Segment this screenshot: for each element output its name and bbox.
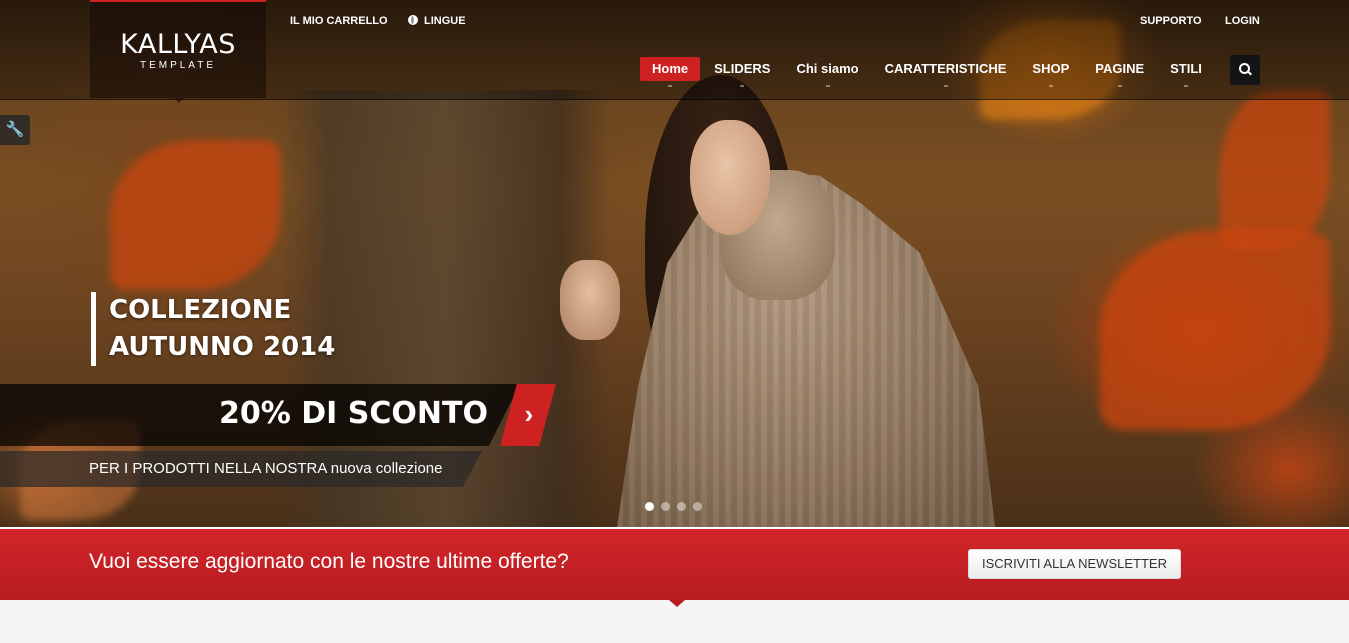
background-leaf bbox=[1220, 90, 1330, 250]
logo[interactable]: KALLYAS TEMPLATE bbox=[90, 0, 266, 98]
slider-dot-4[interactable] bbox=[693, 502, 702, 511]
newsletter-subscribe-button[interactable]: ISCRIVITI ALLA NEWSLETTER bbox=[968, 549, 1181, 579]
logo-pointer bbox=[174, 98, 184, 103]
slide-discount-text: 20% DI SCONTO bbox=[219, 396, 488, 431]
slider-dot-1[interactable] bbox=[645, 502, 654, 511]
model-hand bbox=[560, 260, 620, 340]
slide-title-line1: COLLEZIONE bbox=[109, 295, 292, 325]
slider-dot-3[interactable] bbox=[677, 502, 686, 511]
nav-item-sliders[interactable]: SLIDERS bbox=[714, 57, 770, 87]
slide-subtitle-banner: PER I PRODOTTI NELLA NOSTRA nuova collez… bbox=[0, 451, 482, 487]
support-link[interactable]: SUPPORTO bbox=[1140, 15, 1202, 27]
search-icon[interactable] bbox=[1230, 55, 1260, 85]
nav-item-chi-siamo[interactable]: Chi siamo bbox=[796, 57, 859, 87]
background-leaf bbox=[1100, 230, 1330, 430]
nav-item-caratteristiche[interactable]: CARATTERISTICHE bbox=[885, 57, 1006, 87]
wrench-icon[interactable]: 🔧 bbox=[0, 115, 30, 145]
slider-dot-2[interactable] bbox=[661, 502, 670, 511]
languages-label: LINGUE bbox=[424, 15, 466, 27]
slide-title-line2: AUTUNNO 2014 bbox=[109, 332, 336, 362]
page: COLLEZIONE AUTUNNO 2014 20% DI SCONTO › … bbox=[0, 0, 1349, 643]
newsletter-text: Vuoi essere aggiornato con le nostre ult… bbox=[89, 550, 569, 573]
slide-title: COLLEZIONE AUTUNNO 2014 bbox=[91, 292, 335, 366]
nav-item-stili[interactable]: STILI bbox=[1170, 57, 1202, 87]
login-link[interactable]: LOGIN bbox=[1225, 15, 1260, 27]
globe-icon bbox=[408, 15, 418, 25]
nav-item-shop[interactable]: SHOP bbox=[1032, 57, 1069, 87]
site-header: KALLYAS TEMPLATE IL MIO CARRELLO LINGUE … bbox=[0, 0, 1349, 103]
slide-discount-banner: 20% DI SCONTO bbox=[0, 384, 520, 446]
newsletter-bar: Vuoi essere aggiornato con le nostre ult… bbox=[0, 527, 1349, 600]
model-face bbox=[690, 120, 770, 235]
nav-item-home[interactable]: Home bbox=[640, 57, 701, 87]
hero-model-image bbox=[555, 75, 995, 527]
slider-pagination bbox=[645, 502, 702, 511]
slide-subtitle-text: PER I PRODOTTI NELLA NOSTRA nuova collez… bbox=[89, 460, 443, 477]
cart-link[interactable]: IL MIO CARRELLO bbox=[290, 15, 388, 27]
logo-sub-text: TEMPLATE bbox=[139, 60, 217, 71]
main-nav: Home SLIDERS Chi siamo CARATTERISTICHE S… bbox=[640, 57, 1228, 87]
background-leaf bbox=[110, 140, 280, 290]
newsletter-pointer bbox=[669, 600, 685, 607]
logo-main-text: KALLYAS bbox=[120, 29, 236, 60]
nav-item-pagine[interactable]: PAGINE bbox=[1095, 57, 1144, 87]
languages-link[interactable]: LINGUE bbox=[408, 15, 466, 27]
